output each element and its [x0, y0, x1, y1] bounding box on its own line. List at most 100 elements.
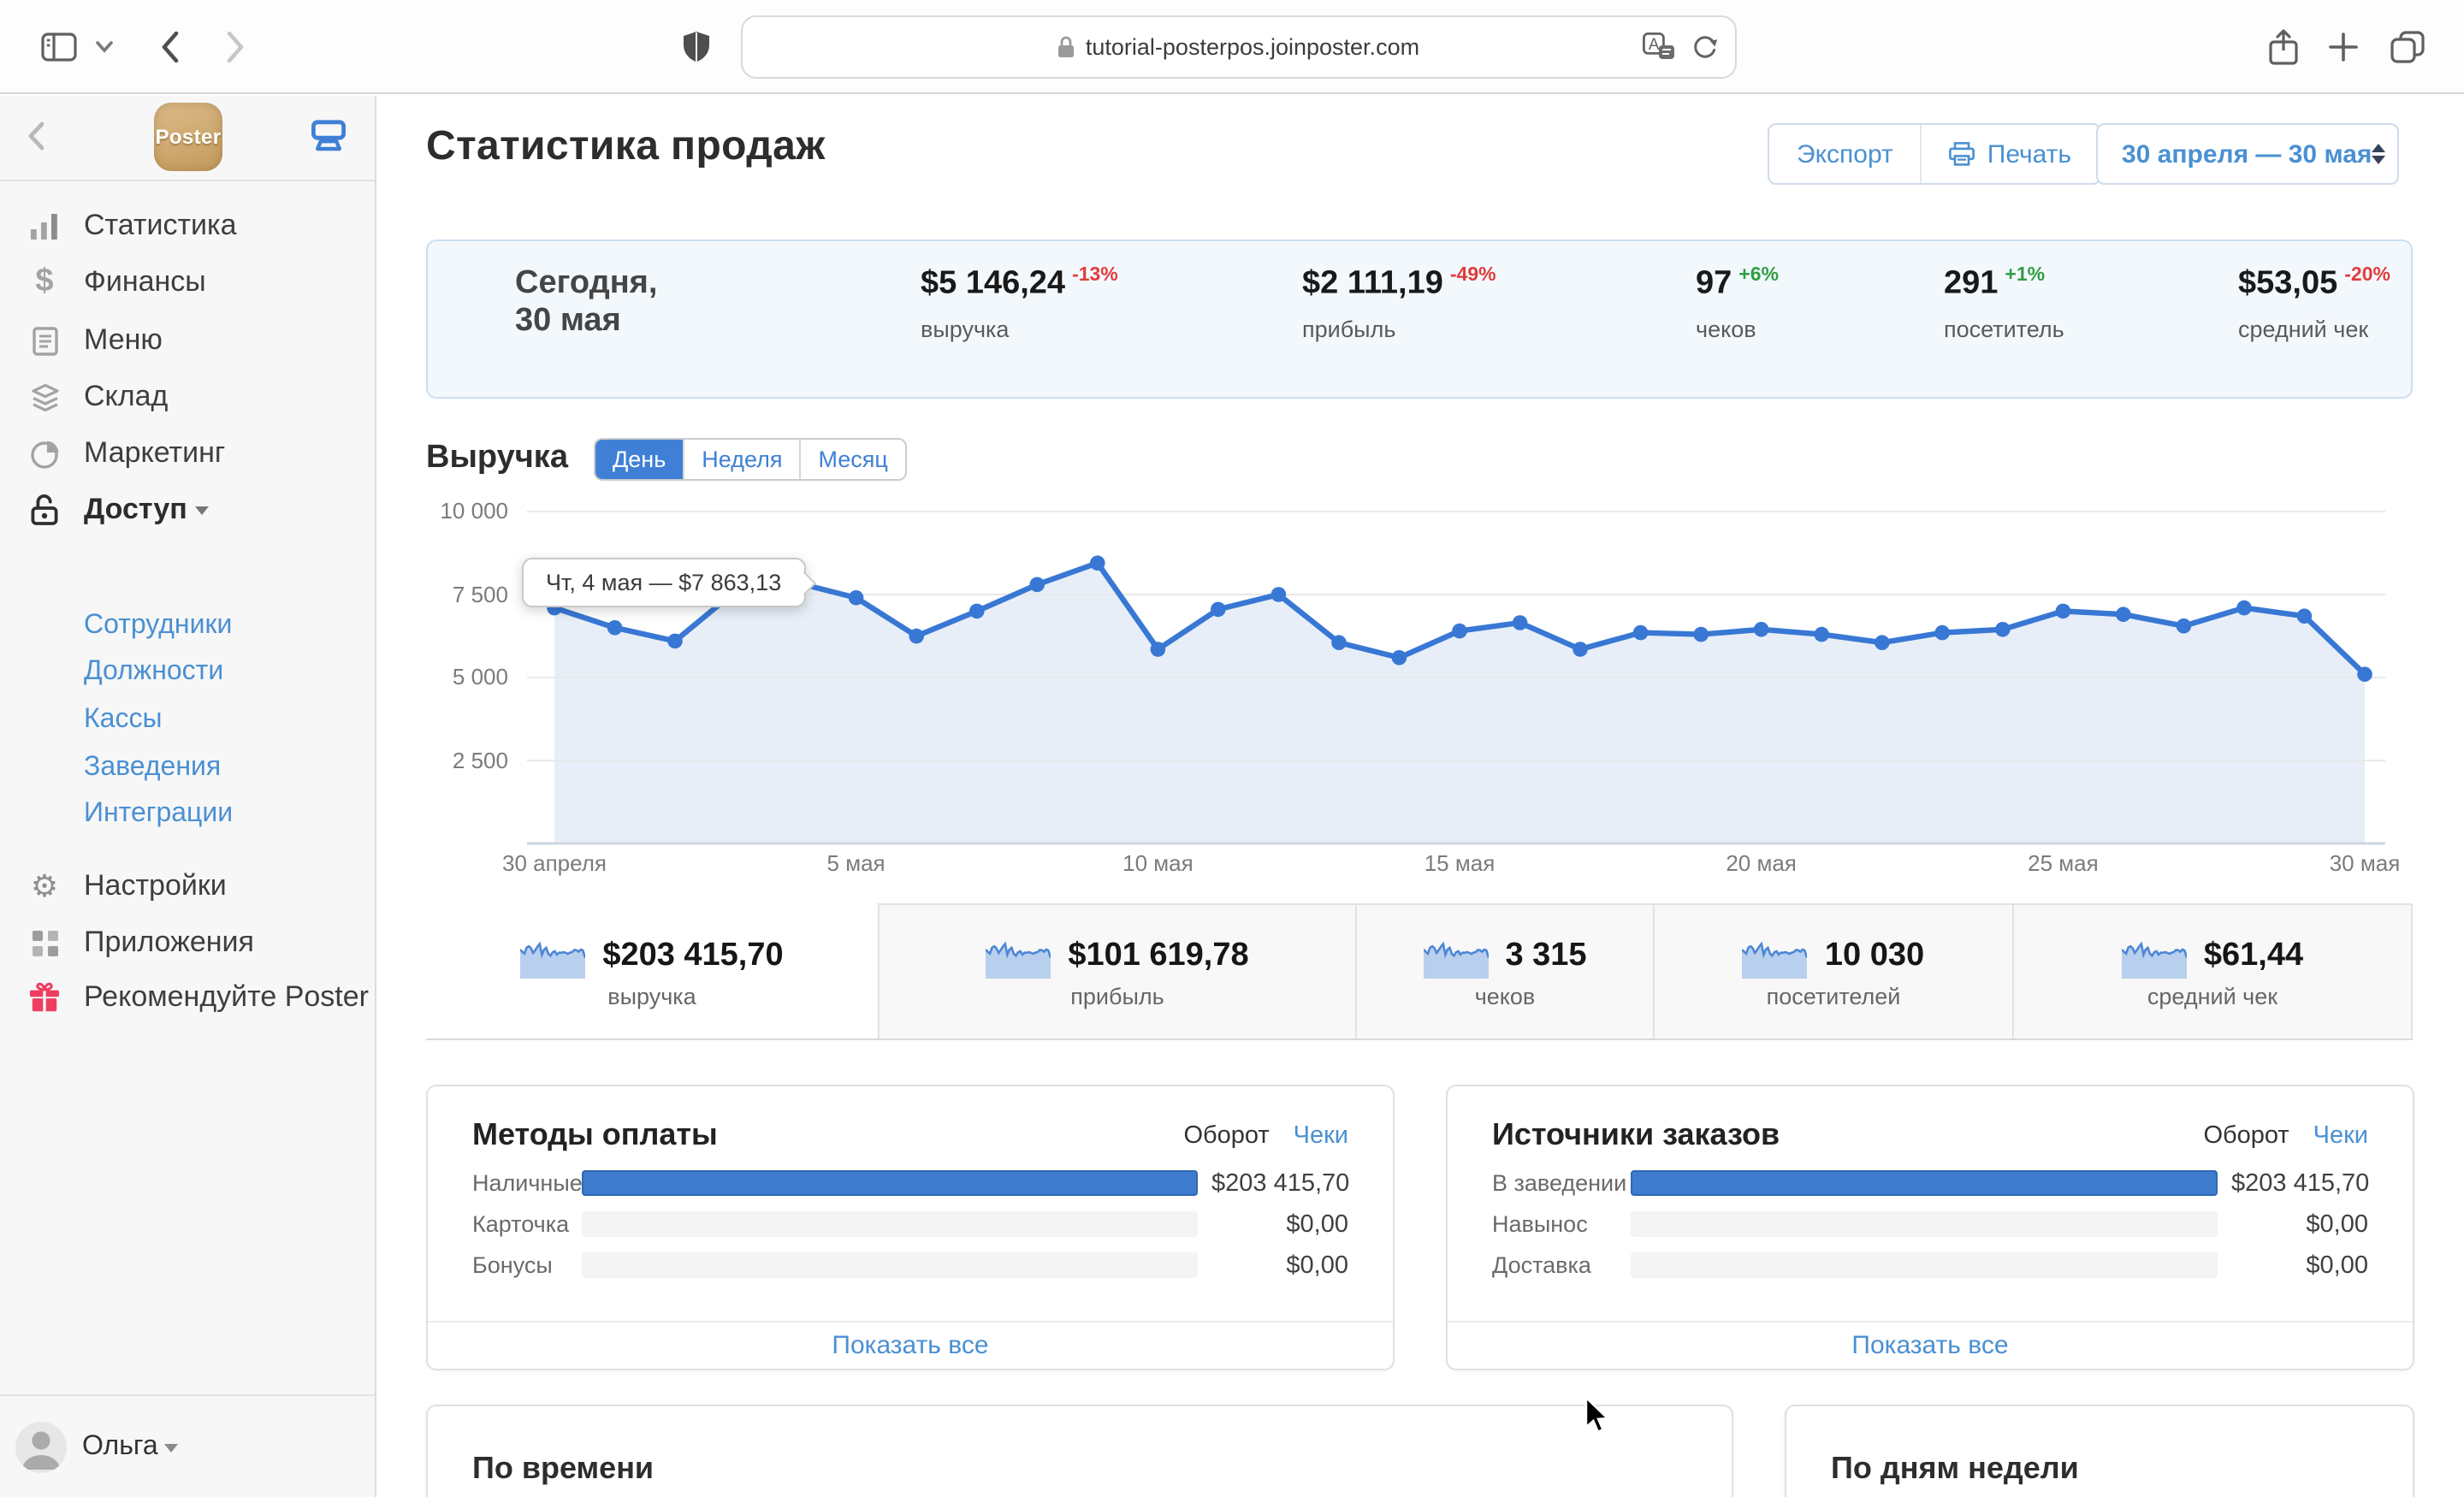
tab-overview-icon[interactable]: [2385, 0, 2430, 94]
revenue-section-title: Выручка: [426, 440, 568, 477]
svg-text:15 мая: 15 мая: [1424, 850, 1496, 876]
date-range-select[interactable]: 30 апреля — 30 мая: [2096, 123, 2399, 185]
y-tick-10000: 10 000: [394, 498, 508, 525]
print-button[interactable]: Печать: [1921, 125, 2099, 183]
svg-text:30 апреля: 30 апреля: [502, 850, 607, 876]
summary-tab-visitors[interactable]: 10 030 посетителей: [1655, 903, 2014, 1038]
revenue-chart[interactable]: 30 апреля5 мая10 мая15 мая20 мая25 мая30…: [527, 493, 2413, 886]
tab-week[interactable]: Неделя: [683, 440, 799, 479]
show-all-link[interactable]: Показать все: [428, 1321, 1393, 1369]
source-row-takeaway: Навынос $0,00: [1492, 1211, 2368, 1237]
summary-tab-avg-receipt[interactable]: $61,44 средний чек: [2014, 903, 2413, 1038]
url-text: tutorial-posterpos.joinposter.com: [1086, 34, 1419, 60]
mouse-cursor: [1584, 1396, 1612, 1435]
bar: [582, 1252, 1198, 1278]
sidebar-item-applications[interactable]: Приложения: [0, 919, 375, 967]
svg-text:5 мая: 5 мая: [827, 850, 886, 876]
translate-icon[interactable]: A: [1643, 33, 1675, 62]
poster-logo[interactable]: Poster: [154, 103, 222, 171]
url-bar[interactable]: tutorial-posterpos.joinposter.com A: [741, 15, 1737, 79]
sidebar-item-finance[interactable]: $ Финансы: [0, 258, 375, 306]
toggle-turnover[interactable]: Оборот: [1183, 1121, 1269, 1149]
layers-icon: [29, 382, 60, 411]
sparkline-icon: [986, 934, 1051, 979]
reload-icon[interactable]: [1692, 33, 1718, 61]
sidebar: Poster Статистика $ Финансы Меню Склад М…: [0, 96, 376, 1497]
sidebar-item-marketing[interactable]: Маркетинг: [0, 429, 375, 477]
svg-text:20 мая: 20 мая: [1726, 850, 1797, 876]
toggle-receipts[interactable]: Чеки: [1294, 1121, 1348, 1149]
sidebar-header: Poster: [0, 96, 375, 181]
sidebar-toggle-icon[interactable]: [34, 0, 82, 94]
gift-icon: [29, 982, 60, 1013]
sparkline-icon: [520, 933, 585, 978]
header-actions: Экспорт Печать: [1768, 123, 2100, 185]
tab-month[interactable]: Месяц: [799, 440, 904, 479]
y-tick-2500: 2 500: [394, 747, 508, 774]
sidebar-item-positions[interactable]: Должности: [0, 652, 375, 693]
user-caret-icon: [164, 1444, 178, 1453]
export-button[interactable]: Экспорт: [1769, 125, 1921, 183]
apps-grid-icon: [29, 930, 60, 956]
svg-text:30 мая: 30 мая: [2330, 850, 2401, 876]
avatar: [15, 1422, 67, 1473]
sidebar-item-menu[interactable]: Меню: [0, 317, 375, 364]
sparkline-icon: [1423, 934, 1488, 979]
today-label: Сегодня, 30 мая: [515, 265, 657, 340]
source-row-delivery: Доставка $0,00: [1492, 1252, 2368, 1278]
panel-title: Методы оплаты: [472, 1117, 1183, 1153]
toggle-turnover[interactable]: Оборот: [2203, 1121, 2289, 1149]
tab-day[interactable]: День: [595, 440, 683, 479]
section-title: По дням недели: [1831, 1451, 2079, 1487]
period-segmented-control: День Неделя Месяц: [594, 438, 907, 481]
collapse-sidebar-icon[interactable]: [27, 121, 44, 151]
section-title: По времени: [472, 1451, 654, 1487]
show-all-link[interactable]: Показать все: [1448, 1321, 2413, 1369]
user-name: Ольга: [82, 1432, 158, 1463]
share-icon[interactable]: [2262, 0, 2303, 94]
sidebar-item-recommend-poster[interactable]: Рекомендуйте Poster: [0, 973, 375, 1021]
today-stats-card: Сегодня, 30 мая $5 146,24-13% выручка $2…: [426, 240, 2413, 399]
summary-tabs: $203 415,70 выручка $101 619,78 прибыль …: [426, 903, 2413, 1040]
by-weekday-card: По дням недели: [1785, 1405, 2414, 1497]
payment-row-bonus: Бонусы $0,00: [472, 1252, 1348, 1278]
toggle-receipts[interactable]: Чеки: [2313, 1121, 2368, 1149]
new-tab-icon[interactable]: [2322, 0, 2363, 94]
payment-row-cash: Наличные $203 415,70: [472, 1170, 1348, 1196]
access-caret-icon: [195, 506, 209, 515]
summary-tab-profit[interactable]: $101 619,78 прибыль: [880, 903, 1357, 1038]
bar: [1631, 1252, 2218, 1278]
lock-icon: [1058, 36, 1075, 58]
y-tick-7500: 7 500: [394, 581, 508, 608]
revenue-chart-svg: 30 апреля5 мая10 мая15 мая20 мая25 мая30…: [527, 493, 2413, 886]
sidebar-item-integrations[interactable]: Интеграции: [0, 794, 375, 835]
sidebar-item-stock[interactable]: Склад: [0, 373, 375, 421]
sidebar-item-employees[interactable]: Сотрудники: [0, 606, 375, 647]
sidebar-item-registers[interactable]: Кассы: [0, 700, 375, 741]
user-menu[interactable]: Ольга: [0, 1394, 375, 1497]
sidebar-item-venues[interactable]: Заведения: [0, 748, 375, 789]
shield-icon[interactable]: [678, 0, 715, 94]
toolbar-chevron-down-icon[interactable]: [91, 0, 118, 94]
payment-row-card: Карточка $0,00: [472, 1211, 1348, 1237]
source-row-inhouse: В заведении $203 415,70: [1492, 1170, 2368, 1196]
dollar-icon: $: [29, 263, 60, 301]
forward-button[interactable]: [216, 0, 253, 94]
back-button[interactable]: [151, 0, 188, 94]
page-title: Статистика продаж: [426, 123, 826, 171]
sidebar-item-statistics[interactable]: Статистика: [0, 202, 375, 250]
svg-text:25 мая: 25 мая: [2028, 850, 2099, 876]
browser-toolbar: tutorial-posterpos.joinposter.com A: [0, 0, 2464, 94]
svg-text:A: A: [1649, 36, 1660, 54]
sidebar-item-access[interactable]: Доступ: [0, 486, 375, 534]
panel-title: Источники заказов: [1492, 1117, 2203, 1153]
pos-terminal-icon[interactable]: [308, 120, 349, 156]
sparkline-icon: [1743, 934, 1808, 979]
gear-icon: ⚙: [29, 868, 60, 904]
summary-tab-receipts[interactable]: 3 315 чеков: [1357, 903, 1655, 1038]
bar: [582, 1170, 1198, 1196]
sparkline-icon: [2122, 934, 2187, 979]
sidebar-item-settings[interactable]: ⚙ Настройки: [0, 862, 375, 910]
bar: [1631, 1211, 2218, 1237]
summary-tab-revenue[interactable]: $203 415,70 выручка: [426, 903, 880, 1038]
